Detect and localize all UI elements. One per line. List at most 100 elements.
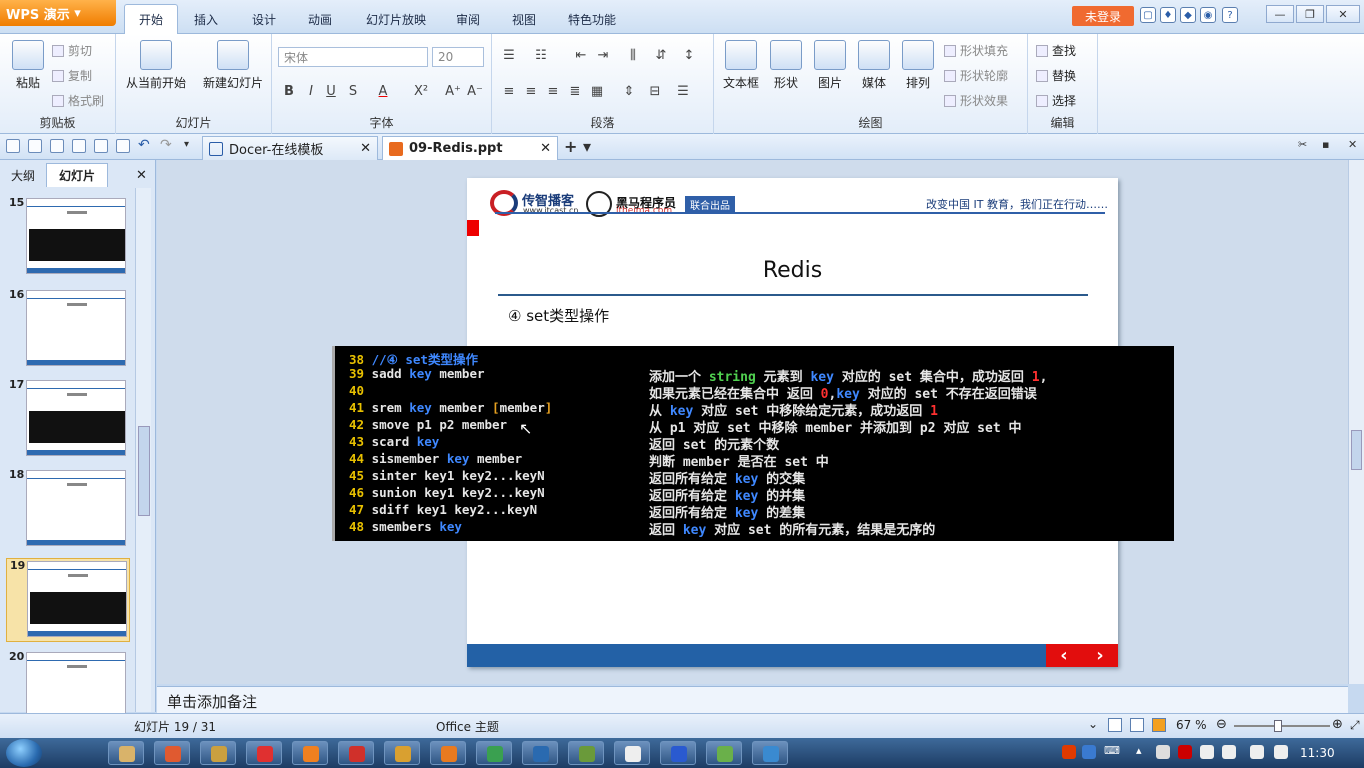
play-from-current-button[interactable]: 从当前开始	[120, 40, 192, 91]
tab-design[interactable]: 设计	[242, 8, 286, 30]
media-button[interactable]: 媒体	[854, 40, 894, 91]
align-right-icon[interactable]: ≡	[544, 84, 562, 99]
font-color-button[interactable]: A	[374, 84, 392, 99]
fit-window-icon[interactable]: ⤢	[1350, 718, 1360, 733]
cloud-icon[interactable]: ◉	[1200, 7, 1216, 23]
shirt-icon[interactable]: ♦	[1160, 7, 1176, 23]
sorter-view-icon[interactable]	[1130, 718, 1144, 732]
font-name-select[interactable]: 宋体	[278, 47, 428, 67]
zoom-in-icon[interactable]: ⊕	[1332, 717, 1343, 732]
taskbar-app[interactable]	[660, 741, 696, 765]
zoom-slider-thumb[interactable]	[1274, 720, 1283, 732]
tab-slides[interactable]: 幻灯片	[46, 163, 108, 187]
new-tab-button[interactable]: + ▾	[564, 137, 591, 156]
customize-dropdown-icon[interactable]: ▾	[184, 139, 189, 150]
shape-button[interactable]: 形状	[766, 40, 806, 91]
wps-app-menu-button[interactable]: WPS 演示 ▾	[0, 0, 116, 26]
taskbar-app[interactable]	[154, 741, 190, 765]
qq-icon[interactable]	[1200, 745, 1214, 759]
strikethrough-button[interactable]: S	[344, 84, 362, 99]
taskbar-app[interactable]	[338, 741, 374, 765]
slide-thumbnail[interactable]: 15	[6, 196, 130, 280]
open-icon[interactable]	[6, 139, 20, 153]
minimize-button[interactable]: —	[1266, 5, 1294, 23]
print-preview-icon[interactable]	[94, 139, 108, 153]
preview-icon[interactable]	[116, 139, 130, 153]
antivirus-icon[interactable]	[1178, 745, 1192, 759]
vertical-align-icon[interactable]: ⊟	[646, 84, 664, 99]
taskbar-app[interactable]	[568, 741, 604, 765]
slideshow-view-icon[interactable]	[1152, 718, 1166, 732]
taskbar-app[interactable]	[292, 741, 328, 765]
align-left-icon[interactable]: ≡	[500, 84, 518, 99]
grow-font-button[interactable]: A⁺	[444, 84, 462, 99]
underline-button[interactable]: U	[322, 84, 340, 99]
line-spacing-icon[interactable]: ↕	[680, 48, 698, 63]
close-tab-icon[interactable]: ✕	[540, 141, 551, 156]
doc-tab-docer[interactable]: Docer-在线模板 ✕	[202, 136, 378, 160]
format-painter-button[interactable]: 格式刷	[52, 92, 104, 109]
arrange-button[interactable]: 排列	[898, 40, 938, 91]
indent-decrease-icon[interactable]: ⇤	[572, 48, 590, 63]
export-pdf-icon[interactable]	[50, 139, 64, 153]
tab-slideshow[interactable]: 幻灯片放映	[358, 8, 434, 30]
slide-thumbnail[interactable]: 19	[6, 558, 130, 642]
usb-icon[interactable]	[1156, 745, 1170, 759]
taskbar-app[interactable]	[522, 741, 558, 765]
keyboard-icon[interactable]: ⌨	[1104, 744, 1120, 757]
new-slide-button[interactable]: 新建幻灯片	[198, 40, 268, 91]
normal-view-icon[interactable]	[1108, 718, 1122, 732]
taskbar-app[interactable]	[706, 741, 742, 765]
save-icon[interactable]	[28, 139, 42, 153]
start-button[interactable]	[6, 739, 42, 767]
slide-panel-scroll-thumb[interactable]	[138, 426, 150, 516]
replace-button[interactable]: 替换	[1036, 67, 1076, 84]
font-size-select[interactable]: 20	[432, 47, 484, 67]
superscript-button[interactable]: X²	[412, 84, 430, 99]
bold-button[interactable]: B	[280, 84, 298, 99]
textbox-button[interactable]: 文本框	[718, 40, 764, 91]
doc-close-icon[interactable]: ✕	[1348, 138, 1357, 151]
expand-icon[interactable]: ⌄	[1088, 717, 1098, 731]
bullets-icon[interactable]: ☰	[500, 48, 518, 63]
skin-icon[interactable]: ▢	[1140, 7, 1156, 23]
copy-button[interactable]: 复制	[52, 67, 92, 84]
select-button[interactable]: 选择	[1036, 92, 1076, 109]
close-panel-icon[interactable]: ✕	[136, 168, 147, 183]
tab-insert[interactable]: 插入	[184, 8, 228, 30]
restore-button[interactable]: ❐	[1296, 5, 1324, 23]
next-arrow-icon[interactable]: ›	[1096, 645, 1103, 666]
taskbar-app[interactable]	[246, 741, 282, 765]
login-button[interactable]: 未登录	[1072, 6, 1134, 26]
tab-special[interactable]: 特色功能	[560, 8, 624, 30]
taskbar-app[interactable]	[476, 741, 512, 765]
close-tab-icon[interactable]: ✕	[360, 141, 371, 156]
undo-icon[interactable]: ↶	[138, 137, 150, 153]
tab-animation[interactable]: 动画	[298, 8, 342, 30]
code-image[interactable]: 38 //④ set类型操作 39 sadd key member 添加一个 str…	[332, 346, 1174, 541]
indent-increase-icon[interactable]: ⇥	[594, 48, 612, 63]
italic-button[interactable]: I	[302, 84, 320, 99]
network-icon[interactable]	[1274, 745, 1288, 759]
columns-icon[interactable]: ⫼	[624, 48, 642, 63]
doc-tab-redis[interactable]: 09-Redis.ppt ✕	[382, 136, 558, 160]
taskbar-app[interactable]	[384, 741, 420, 765]
shape-effect-button[interactable]: 形状效果	[944, 92, 1008, 109]
slide-thumbnail[interactable]: 18	[6, 468, 130, 552]
redo-icon[interactable]: ↷	[160, 137, 172, 153]
close-button[interactable]: ✕	[1326, 5, 1360, 23]
taskbar-app[interactable]	[108, 741, 144, 765]
tray-expand-icon[interactable]: ▴	[1136, 744, 1142, 757]
paste-button[interactable]: 粘贴	[8, 40, 48, 91]
help-icon[interactable]: ?	[1222, 7, 1238, 23]
pin-icon[interactable]: ✂	[1298, 138, 1307, 151]
volume-icon[interactable]	[1250, 745, 1264, 759]
picture-button[interactable]: 图片	[810, 40, 850, 91]
prev-arrow-icon[interactable]: ‹	[1060, 645, 1067, 666]
tab-home[interactable]: 开始	[124, 4, 178, 34]
taskbar-app[interactable]	[200, 741, 236, 765]
help-tray-icon[interactable]	[1082, 745, 1096, 759]
speaker-icon[interactable]	[1222, 745, 1236, 759]
print-icon[interactable]	[72, 139, 86, 153]
shape-outline-button[interactable]: 形状轮廓	[944, 67, 1008, 84]
